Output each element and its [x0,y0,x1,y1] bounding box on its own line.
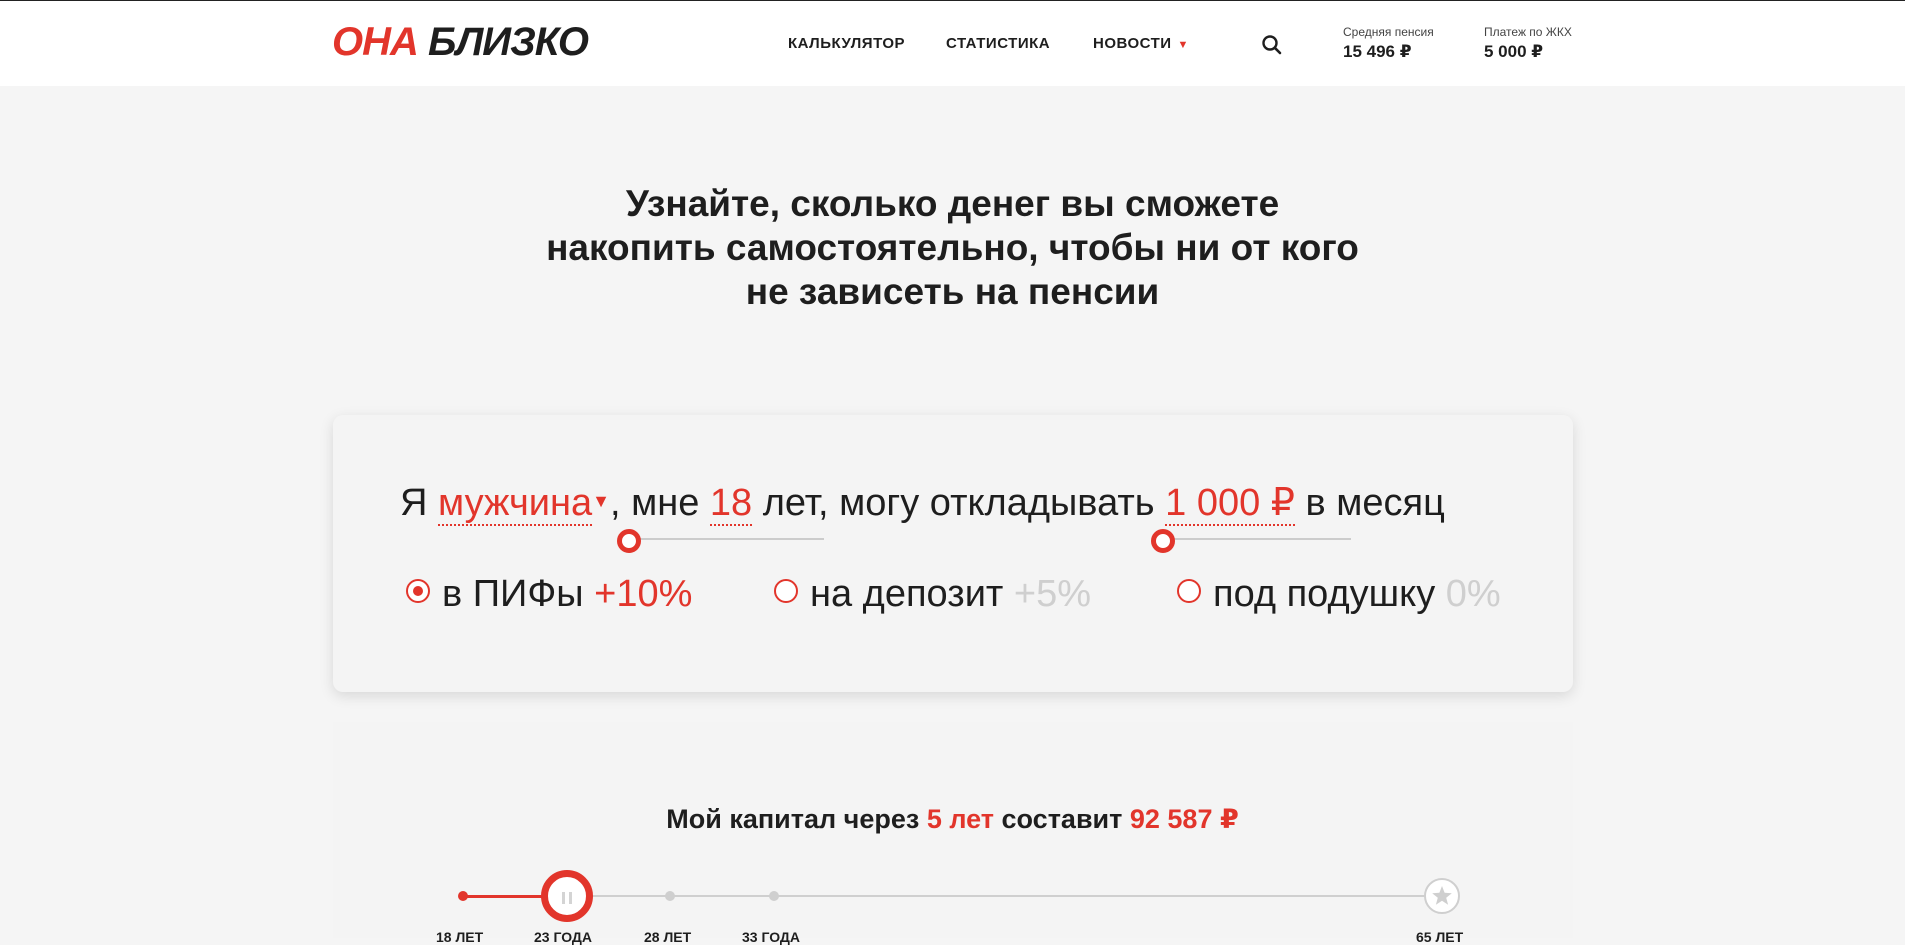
option-deposit[interactable]: на депозит +5% [774,573,1091,616]
radio-button[interactable] [1177,579,1201,603]
timeline-point[interactable] [769,891,779,901]
timeline-label: 33 ГОДА [742,929,801,945]
timeline-point[interactable] [665,891,675,901]
site-header: ОНА БЛИЗКО КАЛЬКУЛЯТОР СТАТИСТИКА НОВОСТ… [0,0,1905,86]
nav-news[interactable]: НОВОСТИ ▼ [1093,35,1189,52]
logo-part-1: ОНА [332,20,419,64]
stat-label: Платеж по ЖКХ [1484,25,1572,39]
option-label: под подушку [1213,573,1436,615]
title-line: Узнайте, сколько денег вы сможете [625,183,1280,224]
stat-label: Средняя пенсия [1343,25,1434,39]
timeline-label: 28 ЛЕТ [644,929,692,945]
option-rate: +10% [594,573,693,615]
timeline-point-start[interactable] [458,891,468,901]
option-label: в ПИФы [442,573,584,615]
title-line: не зависеть на пенсии [745,271,1160,312]
stat-value: 5 000 ₽ [1484,42,1544,61]
gender-select[interactable]: мужчина [438,482,593,526]
star-icon [1432,886,1452,905]
pause-icon [569,892,572,904]
pause-icon [562,892,565,904]
sentence-text: , мне [609,482,700,524]
dropdown-arrow-icon: ▼ [1177,39,1189,51]
nav-news-label: НОВОСТИ [1093,35,1172,52]
stat-average-pension: Средняя пенсия 15 496 ₽ [1343,25,1434,62]
sentence-prefix: Я [400,482,428,524]
result-summary: Мой капитал через 5 лет составит 92 587 … [0,804,1905,835]
timeline-label: 18 ЛЕТ [436,929,484,945]
logo[interactable]: ОНА БЛИЗКО [332,20,589,65]
nav-calculator[interactable]: КАЛЬКУЛЯТОР [788,35,905,52]
calculator-sentence: Я мужчина▼, мне 18 лет, могу откладывать… [400,480,1445,526]
stat-utilities-payment: Платеж по ЖКХ 5 000 ₽ [1484,25,1572,62]
option-pillow[interactable]: под подушку 0% [1177,573,1501,616]
age-slider-track[interactable] [629,538,824,540]
stat-value: 15 496 ₽ [1343,42,1412,61]
title-line: накопить самостоятельно, чтобы ни от ког… [546,227,1359,268]
amount-value[interactable]: 1 000 ₽ [1165,482,1295,526]
amount-slider-track[interactable] [1163,538,1351,540]
nav-statistics[interactable]: СТАТИСТИКА [946,35,1050,52]
age-slider-handle[interactable] [617,529,641,553]
sentence-text: лет, могу откладывать [762,482,1155,524]
option-mutual-funds[interactable]: в ПИФы +10% [406,573,692,616]
result-prefix: Мой капитал через [666,804,920,834]
option-label: на депозит [810,573,1004,615]
option-rate: 0% [1445,573,1501,615]
result-amount: 92 587 ₽ [1129,804,1239,834]
timeline-label: 65 ЛЕТ [1416,929,1464,945]
amount-slider-handle[interactable] [1151,529,1175,553]
sentence-suffix: в месяц [1305,482,1445,524]
radio-button[interactable] [774,579,798,603]
timeline-label: 23 ГОДА [534,929,593,945]
timeline-track[interactable] [463,895,1443,897]
result-years: 5 лет [926,804,995,834]
age-value[interactable]: 18 [709,482,753,526]
option-rate: +5% [1013,573,1092,615]
search-icon[interactable] [1261,34,1283,56]
logo-part-2: БЛИЗКО [428,20,589,64]
timeline-end-point[interactable] [1424,878,1460,914]
dropdown-arrow-icon[interactable]: ▼ [592,491,610,511]
radio-button[interactable] [406,579,430,603]
page-title: Узнайте, сколько денег вы сможете накопи… [0,182,1905,314]
timeline-current-handle[interactable] [541,870,593,922]
calculator-card [333,415,1573,692]
result-mid: составит [1001,804,1123,834]
